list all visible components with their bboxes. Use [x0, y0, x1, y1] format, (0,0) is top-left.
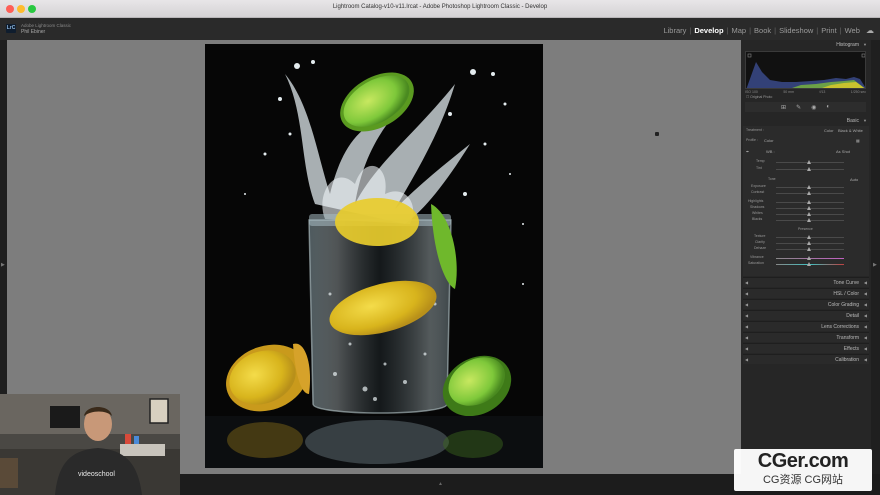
- dehaze-slider[interactable]: Dehaze: [746, 246, 866, 252]
- module-bar: LrC Adobe Lightroom Classic Phil Ebiner …: [0, 18, 880, 40]
- tone-row: Tone Auto: [768, 177, 859, 182]
- module-web[interactable]: Web: [845, 26, 860, 35]
- identity-plate: Adobe Lightroom Classic Phil Ebiner: [21, 23, 71, 35]
- checkbox-icon: ☐: [746, 95, 750, 99]
- wb-select[interactable]: As Shot: [836, 149, 850, 154]
- module-print[interactable]: Print: [821, 26, 836, 35]
- module-develop[interactable]: Develop: [694, 26, 723, 35]
- effects-header[interactable]: ◀ Effects ◀: [743, 343, 869, 353]
- right-panel-toggle-strip[interactable]: ▶: [871, 40, 880, 474]
- wb-eyedropper-icon[interactable]: ✒: [746, 149, 749, 154]
- basic-panel: Treatment : Color Black & White Profile …: [743, 126, 869, 276]
- expand-icon: ◀: [863, 346, 867, 351]
- develop-toolstrip: ⊞ ✎ ◉ ◐: [745, 102, 866, 112]
- expand-icon: ◀: [863, 313, 867, 318]
- tone-curve-header[interactable]: ◀ Tone Curve ◀: [743, 277, 869, 287]
- cloud-icon[interactable]: ☁: [866, 26, 874, 35]
- presenter-video: videoschool: [0, 394, 180, 495]
- presence-row: Presence: [798, 227, 813, 231]
- treatment-color-option[interactable]: Color: [824, 128, 834, 133]
- masking-tool-icon[interactable]: ◐: [826, 104, 830, 110]
- watermark-sub: CG资源 CG网站: [762, 474, 844, 486]
- temp-slider[interactable]: Temp: [746, 159, 866, 165]
- calibration-header[interactable]: ◀ Calibration ◀: [743, 354, 869, 364]
- exif-iso: ISO 100: [745, 90, 758, 94]
- expand-icon: ◀: [863, 291, 867, 296]
- window-title: Lightroom Catalog-v10-v11.lrcat - Adobe …: [332, 4, 548, 10]
- basic-label: Basic: [846, 118, 859, 124]
- module-picker: Library | Develop | Map | Book | Slideshow | Print…: [663, 26, 874, 35]
- histogram-label: Histogram: [836, 42, 859, 48]
- right-panel: Histogram ▼ ISO 100 50 mm f/13 1/250 sec…: [741, 40, 871, 474]
- hsl-color-header[interactable]: ◀ HSL / Color ◀: [743, 288, 869, 298]
- histogram-graph: [746, 53, 865, 88]
- profile-row: Profile : Color ▦: [746, 138, 860, 143]
- module-map[interactable]: Map: [731, 26, 746, 35]
- identity-user-name: Phil Ebiner: [21, 29, 46, 35]
- redeye-tool-icon[interactable]: ◉: [811, 104, 816, 111]
- basic-header[interactable]: Basic ▼: [743, 116, 869, 126]
- transform-header[interactable]: ◀ Transform ◀: [743, 332, 869, 342]
- expand-icon: ◀: [863, 302, 867, 307]
- photo-image: [205, 44, 543, 468]
- detail-header[interactable]: ◀ Detail ◀: [743, 310, 869, 320]
- contrast-slider[interactable]: Contrast: [746, 190, 866, 196]
- tone-auto-button[interactable]: Auto: [850, 177, 858, 182]
- healing-tool-icon[interactable]: ✎: [796, 104, 801, 111]
- tint-slider[interactable]: Tint: [746, 166, 866, 172]
- profile-select[interactable]: Color: [764, 138, 774, 143]
- crop-tool-icon[interactable]: ⊞: [781, 104, 786, 111]
- lrc-logo: LrC: [6, 24, 16, 33]
- photo-preview[interactable]: [205, 44, 543, 468]
- exif-shutter: 1/250 sec: [850, 90, 866, 94]
- expand-left-icon: ▶: [1, 262, 5, 268]
- collapse-icon: ▼: [863, 118, 867, 123]
- watermark-main: CGer.com: [757, 450, 849, 472]
- treatment-row: Treatment : Color Black & White: [746, 128, 863, 133]
- module-slideshow[interactable]: Slideshow: [779, 26, 813, 35]
- window-titlebar: Lightroom Catalog-v10-v11.lrcat - Adobe …: [0, 0, 880, 18]
- mouse-pointer: [655, 132, 659, 136]
- blacks-slider[interactable]: Blacks: [746, 217, 866, 223]
- expand-filmstrip-icon: ▲: [438, 481, 443, 487]
- color-grading-header[interactable]: ◀ Color Grading ◀: [743, 299, 869, 309]
- shirt-text: videoschool: [78, 471, 115, 478]
- lens-corrections-header[interactable]: ◀ Lens Corrections ◀: [743, 321, 869, 331]
- collapse-icon: ▼: [863, 42, 867, 47]
- saturation-slider[interactable]: Saturation: [746, 261, 866, 267]
- original-photo-checkbox[interactable]: ☐ Original Photo: [746, 95, 772, 99]
- collapse-right-icon: ▶: [873, 262, 877, 268]
- expand-icon: ◀: [863, 357, 867, 362]
- treatment-bw-option[interactable]: Black & White: [838, 128, 863, 133]
- exif-focal: 50 mm: [783, 90, 795, 94]
- module-library[interactable]: Library: [663, 26, 686, 35]
- histogram-exif: ISO 100 50 mm f/13 1/250 sec: [745, 90, 866, 94]
- exif-aperture: f/13: [819, 90, 826, 94]
- histogram-header[interactable]: Histogram ▼: [743, 40, 869, 50]
- wb-row: ✒ WB : As Shot: [746, 149, 851, 154]
- module-book[interactable]: Book: [754, 26, 771, 35]
- expand-icon: ◀: [863, 335, 867, 340]
- profile-browser-icon[interactable]: ▦: [856, 138, 860, 143]
- webcam-overlay: videoschool: [0, 394, 180, 495]
- expand-icon: ◀: [863, 324, 867, 329]
- watermark: CGer.com CG资源 CG网站: [734, 449, 872, 491]
- expand-icon: ◀: [863, 280, 867, 285]
- histogram[interactable]: [745, 51, 866, 89]
